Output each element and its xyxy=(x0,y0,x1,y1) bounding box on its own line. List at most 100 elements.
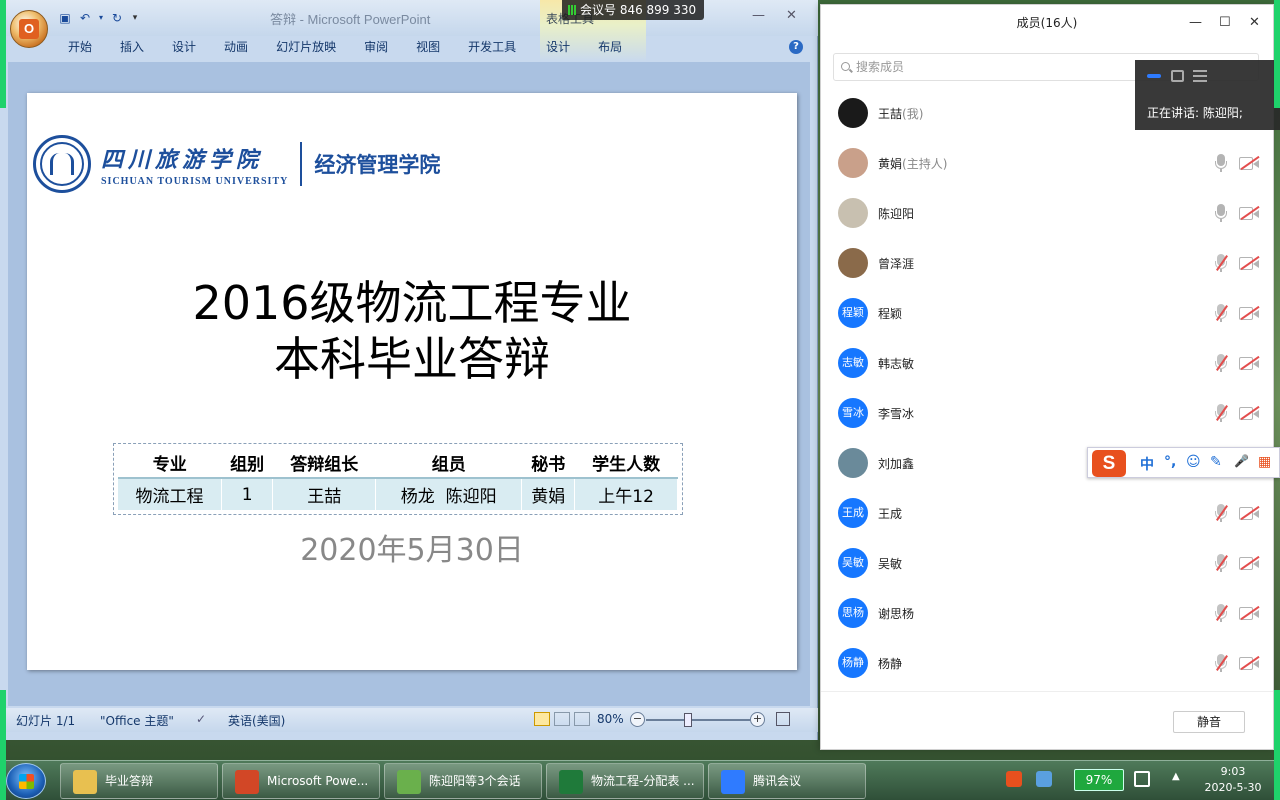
close-icon[interactable]: ✕ xyxy=(786,8,797,23)
zoom-level[interactable]: 80% xyxy=(597,712,624,726)
member-row[interactable]: 黄娟(主持人) xyxy=(821,138,1273,188)
tab-home[interactable]: 开始 xyxy=(58,36,106,60)
mic-muted-icon[interactable] xyxy=(1214,654,1228,672)
mic-icon[interactable] xyxy=(1214,204,1228,222)
mic-icon[interactable] xyxy=(1214,154,1228,172)
member-row[interactable]: 王成 王成 xyxy=(821,488,1273,538)
mic-muted-icon[interactable] xyxy=(1214,604,1228,622)
meeting-number-badge[interactable]: 会议号 846 899 330 xyxy=(562,0,705,20)
spellcheck-icon[interactable]: ✓ xyxy=(196,712,206,726)
slideshow-view-icon[interactable] xyxy=(574,712,590,726)
camera-off-icon[interactable] xyxy=(1239,155,1260,171)
fit-to-window-icon[interactable] xyxy=(776,712,790,726)
mic-muted-icon[interactable] xyxy=(1214,304,1228,322)
zoom-slider-knob[interactable] xyxy=(684,713,692,727)
language[interactable]: 英语(美国) xyxy=(228,712,285,729)
gallery-view-icon[interactable] xyxy=(1171,70,1184,82)
tab-table-layout[interactable]: 布局 xyxy=(584,36,636,60)
camera-off-icon[interactable] xyxy=(1239,605,1260,621)
customize-qat-icon[interactable]: ▾ xyxy=(130,11,140,25)
taskbar-app-icon xyxy=(73,770,97,794)
mic-muted-icon[interactable] xyxy=(1214,554,1228,572)
clock[interactable]: 9:03 2020-5-30 xyxy=(1196,764,1270,796)
tab-developer[interactable]: 开发工具 xyxy=(454,36,530,60)
minimize-icon[interactable]: — xyxy=(1189,15,1202,30)
member-name: 王成 xyxy=(878,505,902,522)
member-row[interactable]: 曾泽涯 xyxy=(821,238,1273,288)
mute-all-button[interactable]: 静音 xyxy=(1173,711,1245,733)
member-row[interactable]: 陈迎阳 xyxy=(821,188,1273,238)
member-row[interactable]: 吴敏 吴敏 xyxy=(821,538,1273,588)
table-cell[interactable]: 王喆 xyxy=(272,478,377,510)
tab-table-design[interactable]: 设计 xyxy=(530,36,584,60)
close-icon[interactable]: ✕ xyxy=(1249,15,1260,30)
mic-muted-icon[interactable] xyxy=(1214,504,1228,522)
ime-handwrite-icon[interactable]: ✎ xyxy=(1210,454,1222,470)
camera-off-icon[interactable] xyxy=(1239,505,1260,521)
sogou-logo-icon[interactable]: S xyxy=(1092,450,1126,477)
taskbar-item[interactable]: Microsoft Powe... xyxy=(222,763,380,799)
sorter-view-icon[interactable] xyxy=(554,712,570,726)
camera-off-icon[interactable] xyxy=(1239,205,1260,221)
office-button[interactable]: O xyxy=(10,10,48,48)
table-cell[interactable]: 杨龙 陈迎阳 xyxy=(375,478,523,510)
member-row[interactable]: 思杨 谢思杨 xyxy=(821,588,1273,638)
camera-off-icon[interactable] xyxy=(1239,555,1260,571)
table-cell[interactable]: 物流工程 xyxy=(118,478,222,510)
camera-off-icon[interactable] xyxy=(1239,255,1260,271)
table-cell[interactable]: 上午12 xyxy=(574,478,678,510)
camera-off-icon[interactable] xyxy=(1239,405,1260,421)
member-row[interactable]: 杨静 杨静 xyxy=(821,638,1273,688)
undo-icon[interactable]: ↶ xyxy=(78,11,92,25)
camera-off-icon[interactable] xyxy=(1239,305,1260,321)
save-icon[interactable]: ▣ xyxy=(58,11,72,25)
table-cell[interactable]: 黄娟 xyxy=(521,478,576,510)
taskbar-item[interactable]: 陈迎阳等3个会话 xyxy=(384,763,542,799)
ime-emoji-icon[interactable]: ☺ xyxy=(1186,454,1201,470)
network-tray-icon[interactable] xyxy=(1036,771,1052,787)
zoom-in-icon[interactable]: + xyxy=(750,712,765,727)
slide-canvas[interactable]: 四川旅游学院 SICHUAN TOURISM UNIVERSITY 经济管理学院… xyxy=(27,93,797,670)
battery-indicator[interactable]: 97% xyxy=(1074,769,1124,791)
taskbar-item[interactable]: 毕业答辩 xyxy=(60,763,218,799)
member-row[interactable]: 志敏 韩志敏 xyxy=(821,338,1273,388)
mic-muted-icon[interactable] xyxy=(1214,254,1228,272)
dropdown-icon[interactable]: ▾ xyxy=(98,11,104,25)
table-cell[interactable]: 1 xyxy=(221,478,274,510)
sogou-tray-icon[interactable] xyxy=(1006,771,1022,787)
normal-view-icon[interactable] xyxy=(534,712,550,726)
speaker-view-icon[interactable] xyxy=(1147,74,1161,78)
tab-animations[interactable]: 动画 xyxy=(210,36,262,60)
tab-view[interactable]: 视图 xyxy=(402,36,454,60)
camera-off-icon[interactable] xyxy=(1239,655,1260,671)
mic-muted-icon[interactable] xyxy=(1214,354,1228,372)
tab-review[interactable]: 审阅 xyxy=(350,36,402,60)
taskbar-item[interactable]: 腾讯会议 xyxy=(708,763,866,799)
member-row[interactable]: 雪冰 李雪冰 xyxy=(821,388,1273,438)
slide-date[interactable]: 2020年5月30日 xyxy=(27,525,797,569)
member-row[interactable]: 程颖 程颖 xyxy=(821,288,1273,338)
taskbar-item[interactable]: 物流工程-分配表 ... xyxy=(546,763,704,799)
redo-icon[interactable]: ↻ xyxy=(110,11,124,25)
ime-toolbox-icon[interactable]: ▦ xyxy=(1258,454,1271,470)
minimize-icon[interactable]: — xyxy=(752,8,765,23)
taskbar-app-icon xyxy=(397,770,421,794)
zoom-slider[interactable] xyxy=(646,719,750,721)
power-plug-icon[interactable] xyxy=(1134,771,1150,787)
start-button[interactable] xyxy=(6,763,46,799)
ime-punctuation-icon[interactable]: °, xyxy=(1164,454,1176,470)
camera-off-icon[interactable] xyxy=(1239,355,1260,371)
ime-voice-icon[interactable]: 🎤 xyxy=(1234,454,1249,468)
show-hidden-icons[interactable]: ▲ xyxy=(1172,771,1188,787)
slide-table-frame[interactable]: 专业 组别 答辩组长 组员 秘书 学生人数 物流工程 1 王喆 杨龙 陈迎阳 黄… xyxy=(113,443,683,515)
mic-muted-icon[interactable] xyxy=(1214,404,1228,422)
tab-slideshow[interactable]: 幻灯片放映 xyxy=(262,36,350,60)
zoom-out-icon[interactable]: − xyxy=(630,712,645,727)
slide-title[interactable]: 2016级物流工程专业 本科毕业答辩 xyxy=(27,275,797,387)
tab-design[interactable]: 设计 xyxy=(158,36,210,60)
tab-insert[interactable]: 插入 xyxy=(106,36,158,60)
list-view-icon[interactable] xyxy=(1193,70,1207,82)
maximize-icon[interactable]: ☐ xyxy=(1219,15,1231,30)
help-icon[interactable]: ? xyxy=(789,40,803,54)
ime-chinese-mode[interactable]: 中 xyxy=(1140,454,1154,474)
